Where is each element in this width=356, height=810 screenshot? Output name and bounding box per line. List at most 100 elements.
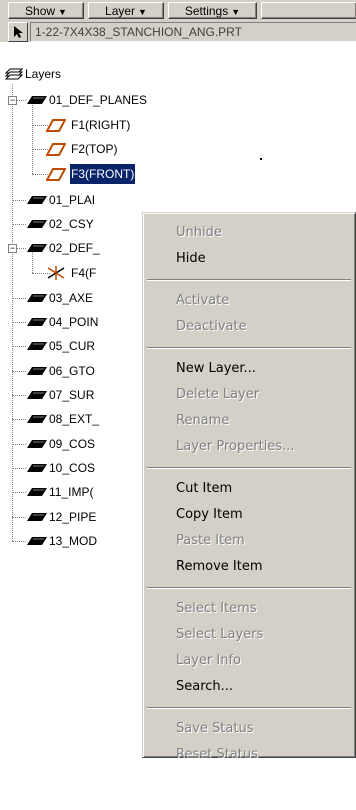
tree-node-label: 12_PIPE	[49, 510, 97, 524]
chevron-down-icon: ▼	[231, 7, 241, 17]
layer-icon	[27, 294, 47, 302]
tree-node-label: 02_DEF_	[49, 241, 100, 255]
show-menu-button[interactable]: Show ▼	[8, 2, 84, 19]
menu-item-remove-item[interactable]: Remove Item	[146, 554, 351, 580]
menu-separator	[147, 347, 351, 349]
layer-icon	[27, 513, 47, 521]
layer-icon	[27, 318, 47, 326]
menu-item-search[interactable]: Search...	[146, 674, 351, 700]
context-menu: Unhide Hide Activate Deactivate New Layer...…	[142, 212, 356, 762]
layer-toolbar: Show ▼ Layer ▼ Settings ▼ 1-22-7X4X38_STANC…	[0, 0, 356, 42]
menu-separator	[147, 707, 351, 709]
tree-node-label: F3(FRONT)	[68, 163, 137, 185]
tree-node-label: 09_COS	[49, 437, 96, 451]
tree-node-label: 11_IMP(	[49, 485, 94, 499]
menu-item-activate: Activate	[176, 293, 230, 308]
menu-separator	[147, 279, 351, 281]
layer-icon	[27, 391, 47, 399]
layer-node[interactable]: 03_AXE	[0, 288, 160, 308]
tree-node-label: 01_PLAI	[49, 193, 96, 207]
layer-icon	[27, 415, 47, 423]
tree-node-label: 03_AXE	[49, 291, 94, 305]
menu-item-paste-item: Paste Item	[176, 533, 245, 548]
layer-item-node[interactable]: F4(F	[0, 263, 160, 283]
menu-item-layer-properties: Layer Properties...	[176, 439, 295, 454]
layer-item-node[interactable]: F3(FRONT)	[0, 163, 160, 185]
layer-node[interactable]: 08_EXT_	[0, 409, 160, 429]
tree-node-label: F4(F	[71, 266, 97, 280]
menu-item-select-items: Select Items	[176, 601, 257, 616]
menu-item-select-layers: Select Layers	[176, 627, 264, 642]
tree-node-label: 01_DEF_PLANES	[49, 93, 148, 107]
menu-item-deactivate: Deactivate	[176, 319, 247, 334]
layer-icon	[27, 464, 47, 472]
menu-item-reset-status: Reset Status	[176, 747, 258, 762]
layer-node[interactable]: 02_DEF_	[0, 238, 160, 258]
arrow-pointer-icon	[14, 26, 23, 38]
stray-dot	[260, 158, 262, 160]
layer-icon	[27, 537, 47, 545]
layer-icon	[27, 96, 47, 104]
layer-label: Layer	[105, 4, 136, 18]
chevron-down-icon: ▼	[138, 7, 147, 17]
show-label: Show	[25, 4, 56, 18]
toolbar-overflow-button[interactable]	[261, 2, 356, 19]
tree-node-label: 05_CUR	[49, 339, 96, 353]
menu-item-cut-item[interactable]: Cut Item	[146, 476, 351, 502]
tree-node-label: F2(TOP)	[71, 142, 118, 156]
layer-icon	[27, 220, 47, 228]
layer-icon	[27, 342, 47, 350]
menu-item-layer-info: Layer Info	[176, 653, 241, 668]
tree-node-label: 08_EXT_	[49, 412, 100, 426]
tree-node-label: 07_SUR	[49, 388, 95, 402]
active-model-field[interactable]: 1-22-7X4X38_STANCHION_ANG.PRT	[30, 22, 356, 42]
layer-node[interactable]: 11_IMP(	[0, 482, 160, 502]
layer-node[interactable]: 06_GTO	[0, 361, 160, 381]
active-model-row: 1-22-7X4X38_STANCHION_ANG.PRT	[8, 22, 356, 42]
menu-item-unhide: Unhide	[176, 225, 222, 240]
menu-item-save-status: Save Status	[176, 721, 254, 736]
layer-icon	[27, 196, 47, 204]
menu-item-copy-item[interactable]: Copy Item	[146, 502, 351, 528]
tree-root-layers[interactable]: Layers	[4, 64, 124, 84]
layer-item-node[interactable]: F2(TOP)	[0, 139, 160, 159]
layer-icon	[27, 244, 47, 252]
menu-separator	[147, 587, 351, 589]
tree-node-label: 02_CSY	[49, 217, 94, 231]
layer-node[interactable]: 01_DEF_PLANES	[0, 90, 160, 110]
layer-node[interactable]: 07_SUR	[0, 385, 160, 405]
layer-node[interactable]: 13_MOD	[0, 531, 160, 551]
tree-node-label: 04_POIN	[49, 315, 99, 329]
tree-node-label: 13_MOD	[49, 534, 98, 548]
settings-label: Settings	[184, 4, 229, 18]
layer-node[interactable]: 05_CUR	[0, 336, 160, 356]
menu-item-hide[interactable]: Hide	[146, 246, 351, 272]
layer-node[interactable]: 12_PIPE	[0, 507, 160, 527]
tree-node-label: 10_COS	[49, 461, 96, 475]
layer-node[interactable]: 02_CSY	[0, 214, 160, 234]
layer-icon	[27, 488, 47, 496]
layer-node[interactable]: 09_COS	[0, 434, 160, 454]
select-model-button[interactable]	[8, 22, 28, 42]
layer-icon	[27, 440, 47, 448]
layer-node[interactable]: 01_PLAI	[0, 190, 160, 210]
settings-menu-button[interactable]: Settings ▼	[168, 2, 257, 19]
layer-node[interactable]: 10_COS	[0, 458, 160, 478]
layer-menu-button[interactable]: Layer ▼	[88, 2, 164, 19]
layer-node[interactable]: 04_POIN	[0, 312, 160, 332]
layer-icon	[27, 367, 47, 375]
datum-plane-icon	[46, 119, 66, 132]
menu-item-delete-layer: Delete Layer	[176, 387, 260, 402]
tree-root-label: Layers	[25, 67, 62, 81]
chevron-down-icon: ▼	[58, 7, 67, 17]
layers-stack-icon	[5, 68, 23, 80]
tree-node-label: F1(RIGHT)	[71, 118, 131, 132]
menu-item-rename: Rename	[176, 413, 230, 428]
tree-node-label: 06_GTO	[49, 364, 95, 378]
layer-item-node[interactable]: F1(RIGHT)	[0, 115, 160, 135]
coordinate-system-icon	[47, 266, 65, 280]
datum-plane-icon	[46, 168, 66, 181]
datum-plane-icon	[46, 143, 66, 156]
menu-separator	[147, 467, 351, 469]
menu-item-new-layer[interactable]: New Layer...	[146, 356, 351, 382]
